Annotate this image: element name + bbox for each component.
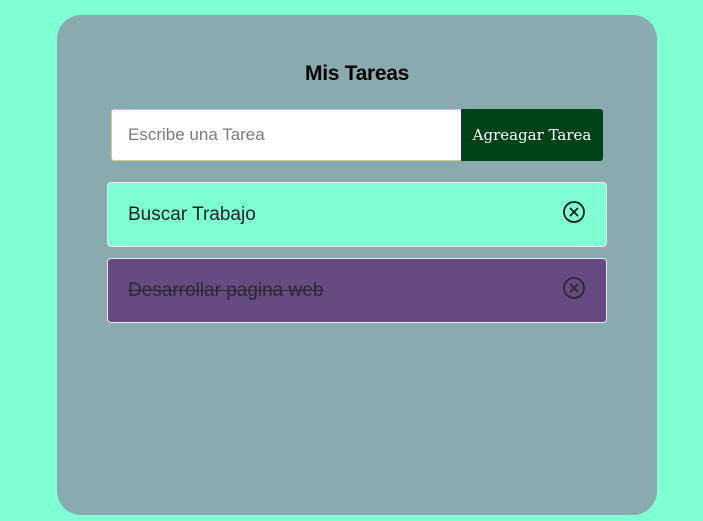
task-input[interactable] <box>111 109 461 161</box>
task-item[interactable]: Buscar Trabajo <box>107 182 607 247</box>
close-circle-icon[interactable] <box>562 276 586 300</box>
task-text[interactable]: Desarrollar pagina web <box>128 280 323 302</box>
task-item[interactable]: Desarrollar pagina web <box>107 258 607 323</box>
task-text[interactable]: Buscar Trabajo <box>128 204 256 226</box>
task-list: Buscar Trabajo Desarrollar pagina web <box>107 182 607 334</box>
close-circle-icon[interactable] <box>562 200 586 224</box>
add-task-button[interactable]: Agreagar Tarea <box>461 109 603 161</box>
page-title: Mis Tareas <box>305 62 409 85</box>
todo-card: Mis Tareas Agreagar Tarea Buscar Trabajo… <box>57 15 657 515</box>
add-task-form: Agreagar Tarea <box>111 109 603 161</box>
